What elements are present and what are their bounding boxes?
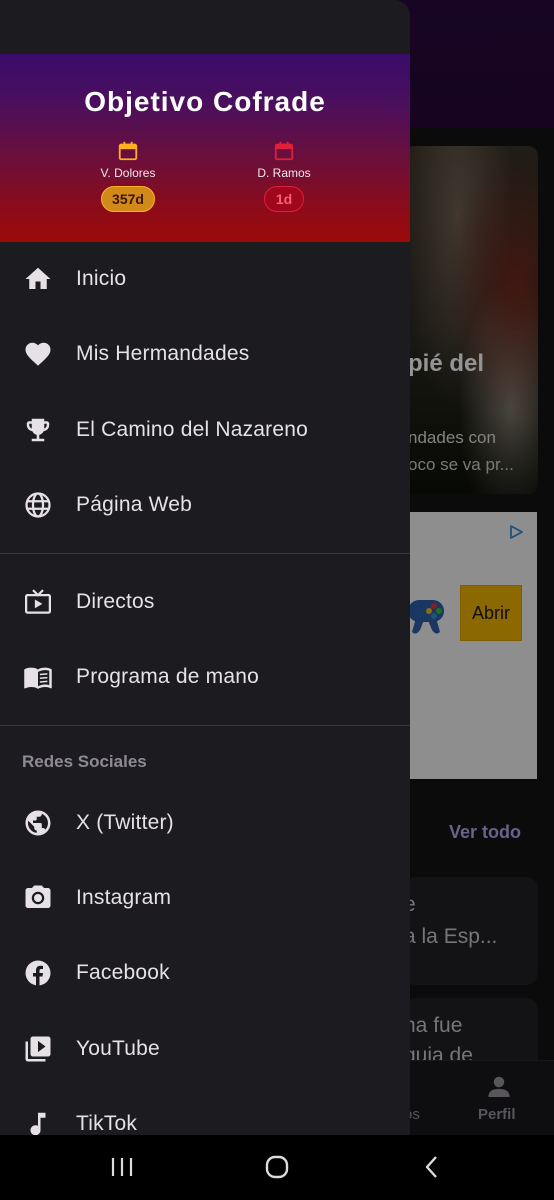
book-icon — [22, 661, 54, 693]
menu-item-label: Programa de mano — [76, 665, 259, 688]
menu-item-label: X (Twitter) — [76, 811, 174, 834]
countdown-badge: 357d — [101, 186, 155, 212]
menu-item-youtube[interactable]: YouTube — [0, 1017, 410, 1081]
menu-item-label: YouTube — [76, 1037, 160, 1060]
divider — [0, 725, 410, 726]
trophy-icon — [22, 414, 54, 446]
back-chevron-icon — [425, 1156, 437, 1178]
public-globe-icon — [22, 807, 54, 839]
menu-item-label: Instagram — [76, 886, 172, 909]
menu-item-directos[interactable]: Directos — [0, 570, 410, 634]
countdown-d-ramos: D. Ramos 1d — [224, 140, 344, 212]
menu-item-label: El Camino del Nazareno — [76, 418, 309, 441]
divider — [0, 553, 410, 554]
menu-item-label: Página Web — [76, 493, 193, 516]
globe-icon — [22, 489, 54, 521]
countdown-label: V. Dolores — [100, 166, 156, 180]
recent-apps-button[interactable] — [102, 1149, 142, 1185]
menu-item-pagina-web[interactable]: Página Web — [0, 473, 410, 537]
heart-icon — [22, 338, 54, 370]
menu-item-label: Directos — [76, 590, 155, 613]
menu-item-inicio[interactable]: Inicio — [0, 247, 410, 311]
drawer-header: Objetivo Cofrade V. Dolores 357d D. Ramo… — [0, 54, 410, 242]
facebook-icon — [22, 957, 54, 989]
music-note-icon — [22, 1108, 54, 1135]
video-library-icon — [22, 1033, 54, 1065]
menu-item-camino-nazareno[interactable]: El Camino del Nazareno — [0, 398, 410, 462]
countdown-badge: 1d — [264, 186, 304, 212]
camera-icon — [22, 882, 54, 914]
social-section-heading: Redes Sociales — [22, 752, 147, 771]
app-title: Objetivo Cofrade — [84, 86, 326, 117]
calendar-icon — [118, 141, 138, 161]
menu-item-label: TikTok — [76, 1112, 138, 1135]
menu-item-instagram[interactable]: Instagram — [0, 866, 410, 930]
home-circle-icon — [265, 1155, 289, 1179]
home-button[interactable] — [257, 1149, 297, 1185]
menu-item-label: Inicio — [76, 267, 127, 290]
menu-item-facebook[interactable]: Facebook — [0, 941, 410, 1005]
countdown-v-dolores: V. Dolores 357d — [68, 140, 188, 212]
system-navigation-bar — [0, 1135, 554, 1200]
menu-item-programa-mano[interactable]: Programa de mano — [0, 645, 410, 709]
menu-item-label: Mis Hermandades — [76, 342, 250, 365]
menu-item-tiktok[interactable]: TikTok — [0, 1092, 410, 1135]
menu-item-label: Facebook — [76, 961, 170, 984]
back-button[interactable] — [412, 1149, 452, 1185]
navigation-drawer: Objetivo Cofrade V. Dolores 357d D. Ramo… — [0, 0, 410, 1135]
live-tv-icon — [22, 586, 54, 618]
countdown-label: D. Ramos — [257, 166, 311, 180]
recents-icon — [111, 1158, 133, 1176]
menu-item-twitter[interactable]: X (Twitter) — [0, 791, 410, 855]
calendar-icon — [274, 141, 294, 161]
status-bar — [0, 0, 410, 54]
home-icon — [22, 263, 54, 295]
menu-item-mis-hermandades[interactable]: Mis Hermandades — [0, 322, 410, 386]
